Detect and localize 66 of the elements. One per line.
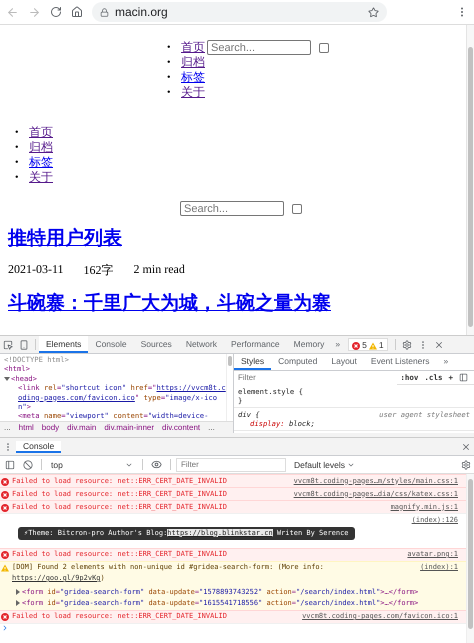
issue-counter[interactable]: 5 1 — [348, 338, 388, 351]
collapsed-arrow-icon[interactable] — [15, 598, 22, 609]
prompt-icon — [1, 624, 9, 632]
home-icon[interactable] — [71, 6, 83, 18]
devtools-tab[interactable]: Memory — [286, 336, 332, 353]
list-bullet: • — [15, 171, 20, 185]
error-icon — [1, 490, 9, 498]
breadcrumb[interactable]: ... — [4, 423, 11, 432]
breadcrumb[interactable]: html — [18, 423, 34, 432]
nav-link[interactable]: 首页 — [181, 40, 205, 55]
checkbox[interactable] — [319, 42, 329, 52]
post-date: 2021-03-11 — [8, 262, 64, 278]
list-bullet: • — [15, 141, 20, 155]
list-bullet: • — [15, 126, 20, 140]
nav-link[interactable]: 归档 — [29, 140, 53, 155]
list-bullet: • — [167, 56, 172, 70]
error-icon — [352, 342, 360, 350]
breadcrumb[interactable]: div.main-inner — [104, 423, 154, 432]
list-bullet: • — [167, 71, 172, 85]
devtools-tab[interactable]: Performance — [224, 336, 287, 353]
console-filter[interactable]: Filter — [176, 458, 286, 472]
nav-link[interactable]: 首页 — [29, 125, 53, 140]
list-bullet: • — [15, 156, 20, 170]
list-bullet: • — [167, 41, 172, 55]
breadcrumb[interactable]: div.main — [67, 423, 96, 432]
drawer-tab[interactable]: Console — [16, 440, 62, 452]
more-tabs[interactable]: » — [436, 354, 456, 370]
warning-icon — [1, 564, 9, 572]
read-time: 2 min read — [134, 262, 185, 278]
devtools-tab[interactable]: Console — [88, 336, 134, 353]
search-field[interactable]: Search... — [180, 201, 284, 216]
levels-dropdown[interactable]: Default levels — [294, 460, 456, 470]
post-title-link[interactable]: 推特用户列表 — [8, 228, 122, 249]
scrollbar[interactable] — [466, 25, 474, 335]
collapsed-arrow-icon[interactable] — [15, 587, 22, 598]
sidebar-tab[interactable]: Computed — [271, 354, 324, 370]
nav-link[interactable]: 标签 — [29, 155, 53, 170]
devtools-tab[interactable]: Sources — [134, 336, 179, 353]
scrollbar[interactable] — [226, 354, 233, 421]
nav-link[interactable]: 关于 — [29, 170, 53, 185]
post-title-link[interactable]: 斗碗寨：千里广大为城，斗碗之量为寨 — [8, 293, 331, 314]
word-count: 162字 — [84, 262, 114, 279]
warning-icon — [368, 342, 377, 350]
breadcrumb[interactable]: ... — [208, 423, 215, 432]
error-icon — [1, 613, 9, 621]
devtools-tab[interactable]: Elements — [39, 336, 88, 353]
checkbox[interactable] — [292, 204, 302, 214]
error-icon — [1, 551, 9, 559]
scrollbar[interactable] — [466, 474, 474, 643]
error-icon — [1, 478, 9, 486]
nav-link[interactable]: 归档 — [181, 55, 205, 70]
sidebar-tab[interactable]: Layout — [324, 354, 364, 370]
star-icon[interactable] — [368, 6, 379, 18]
sidebar-tab[interactable]: Event Listeners — [364, 354, 436, 370]
breadcrumb[interactable]: body — [42, 423, 60, 432]
more-tabs[interactable]: » — [331, 336, 344, 353]
nav-link[interactable]: 关于 — [181, 85, 205, 100]
list-bullet: • — [167, 86, 172, 100]
search-field[interactable]: Search... — [207, 40, 311, 55]
devtools-tab[interactable]: Network — [178, 336, 224, 353]
nav-link[interactable]: 标签 — [181, 70, 205, 85]
breadcrumb[interactable]: div.content — [162, 423, 200, 432]
reload-icon[interactable] — [50, 6, 62, 18]
lock-icon — [100, 8, 109, 16]
address-bar[interactable]: macin.org — [92, 2, 387, 22]
context-select[interactable]: top — [47, 460, 137, 470]
